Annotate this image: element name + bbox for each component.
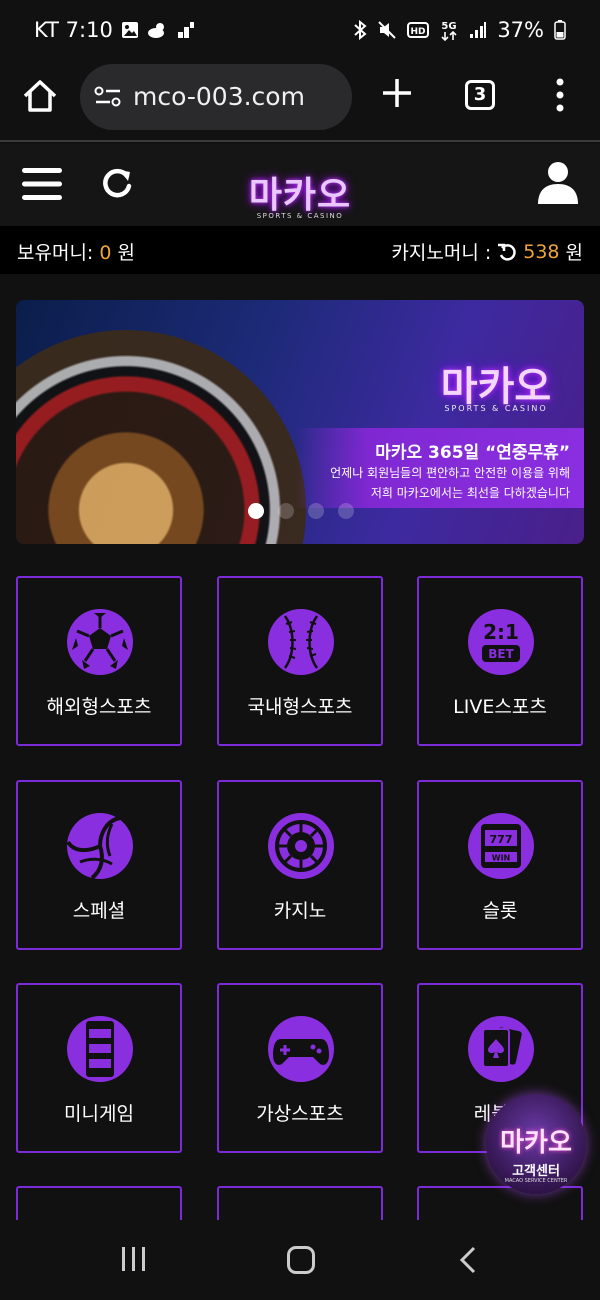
casino-balance: 카지노머니 : 538 원 [391, 238, 583, 265]
casino-refresh-icon[interactable] [497, 242, 517, 262]
svg-text:777: 777 [490, 833, 513, 846]
banner-logo-subtitle: SPORTS & CASINO [444, 404, 548, 413]
hd-icon: HD [407, 22, 430, 38]
browser-toolbar: mco-003.com 3 [0, 62, 600, 142]
home-nav-icon[interactable] [287, 1246, 315, 1274]
baseball-icon [268, 609, 334, 675]
banner-logo: 마카오 SPORTS & CASINO [436, 330, 556, 420]
volleyball-icon [66, 813, 133, 880]
menu-tile-label: 해외형스포츠 [46, 696, 152, 718]
system-nav-bar [0, 1220, 600, 1300]
status-left: KT 7:10 [34, 18, 195, 42]
site-header: 마카오 SPORTS & CASINO [0, 144, 600, 226]
banner-line-2: 저희 마카오에서는 최선을 다하겠습니다 [370, 486, 570, 500]
mute-icon [378, 21, 397, 39]
new-tab-icon[interactable] [380, 76, 414, 110]
menu-tile-label: LIVE스포츠 [453, 696, 547, 718]
minigame-icon [67, 1016, 133, 1082]
casino-unit: 원 [565, 242, 583, 264]
carousel-dots [248, 503, 354, 519]
bluetooth-icon [354, 20, 367, 40]
svg-text:WIN: WIN [492, 854, 511, 863]
balance-bar: 보유머니: 0 원 카지노머니 : 538 원 [0, 226, 600, 274]
money-balance: 보유머니: 0 원 [17, 238, 135, 265]
casino-label: 카지노머니 : [391, 242, 492, 264]
carousel-dot[interactable] [338, 503, 354, 519]
svg-text:BET: BET [488, 647, 514, 661]
status-bar: KT 7:10 HD 5G 37% [0, 0, 600, 62]
image-icon [121, 22, 138, 38]
carousel-dot[interactable] [248, 503, 264, 519]
site-logo[interactable]: 마카오 SPORTS & CASINO [240, 154, 360, 220]
cs-tiny-text: MACAO SERVICE CENTER [504, 1178, 568, 1184]
menu-tile-live-sports[interactable]: 2:1 BET LIVE스포츠 [417, 576, 583, 746]
menu-tile-minigame[interactable]: 미니게임 [16, 983, 182, 1153]
menu-tile-label: 가상스포츠 [256, 1103, 344, 1125]
signal-icon [470, 22, 487, 38]
gamepad-icon [268, 1016, 334, 1082]
recent-apps-icon[interactable] [120, 1246, 148, 1272]
refresh-icon[interactable] [100, 166, 134, 200]
logo-text: 마카오 [248, 175, 352, 216]
menu-tile-virtual-sports[interactable]: 가상스포츠 [217, 983, 383, 1153]
home-icon[interactable] [20, 76, 60, 116]
money-label: 보유머니: [17, 242, 94, 264]
user-icon[interactable] [538, 160, 578, 204]
casino-value: 538 [523, 240, 560, 263]
battery-icon [554, 20, 566, 40]
customer-service-button[interactable]: 마카오 고객센터 MACAO SERVICE CENTER [486, 1094, 586, 1194]
menu-tile-label: 국내형스포츠 [247, 696, 353, 718]
site-settings-icon[interactable] [94, 86, 122, 108]
cards-icon [468, 1016, 534, 1082]
carrier-time: KT 7:10 [34, 18, 113, 42]
menu-tile-label: 미니게임 [64, 1103, 134, 1125]
carousel-dot[interactable] [278, 503, 294, 519]
menu-tile-label: 스페셜 [72, 900, 126, 922]
signal-small-icon [177, 22, 194, 38]
tab-switcher-button[interactable]: 3 [465, 80, 495, 110]
roulette-icon [268, 813, 334, 879]
slot-machine-icon: 777 WIN [468, 813, 534, 879]
menu-tile-label: 슬롯 [482, 900, 518, 922]
banner-line-1: 언제나 회원님들의 편안하고 안전한 이용을 위해 [330, 466, 570, 480]
money-value: 0 [99, 242, 112, 264]
menu-tile-label: 카지노 [273, 900, 327, 922]
menu-tile-casino[interactable]: 카지노 [217, 780, 383, 950]
money-unit: 원 [117, 242, 135, 264]
battery-percent: 37% [497, 18, 544, 42]
svg-text:HD: HD [411, 27, 426, 37]
menu-tile-slots[interactable]: 777 WIN 슬롯 [417, 780, 583, 950]
svg-text:5G: 5G [442, 21, 457, 32]
carousel-dot[interactable] [308, 503, 324, 519]
status-right: HD 5G 37% [353, 18, 566, 42]
logo-subtitle: SPORTS & CASINO [256, 212, 344, 220]
5g-icon: 5G [442, 21, 457, 41]
cs-title: 마카오 [500, 1128, 572, 1158]
url-text[interactable]: mco-003.com [133, 82, 305, 111]
menu-tile-special[interactable]: 스페셜 [16, 780, 182, 950]
back-icon[interactable] [458, 1246, 478, 1274]
soccer-ball-icon [67, 609, 133, 675]
url-bar[interactable]: mco-003.com [80, 64, 352, 130]
more-options-icon[interactable] [550, 78, 570, 112]
menu-tile-overseas-sports[interactable]: 해외형스포츠 [16, 576, 182, 746]
svg-text:2:1: 2:1 [483, 620, 519, 644]
banner-headline: 마카오 365일 “연중무휴” [375, 443, 570, 463]
hamburger-menu-icon[interactable] [22, 166, 62, 202]
bet-icon: 2:1 BET [468, 609, 534, 675]
cs-subtitle: 고객센터 [512, 1164, 560, 1179]
menu-tile-domestic-sports[interactable]: 국내형스포츠 [217, 576, 383, 746]
weather-icon [147, 23, 164, 38]
